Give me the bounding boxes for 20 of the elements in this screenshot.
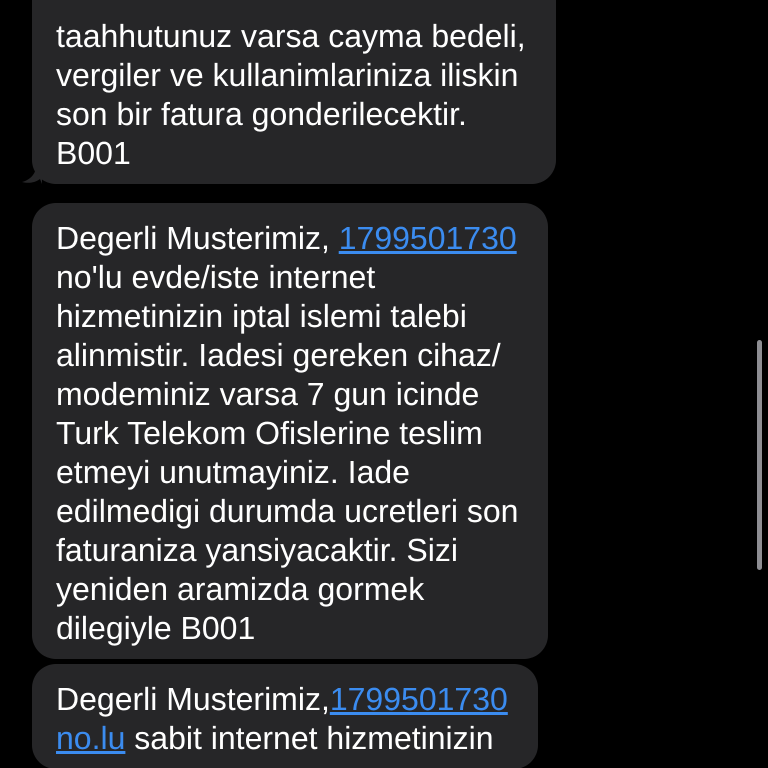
phone-link[interactable]: 1799501730 [338, 220, 517, 256]
message-text: no.lu sabit internet hizmetinizin [56, 719, 495, 758]
message-text: Degerli Musterimiz,1799501730 [56, 680, 508, 719]
message-text: Degerli Musterimiz, 1799501730 [56, 219, 518, 258]
message-text: vergiler ve kullanimlariniza iliskin [56, 56, 520, 95]
message-text: B001 [56, 134, 132, 173]
phone-link[interactable]: no.lu [56, 720, 126, 756]
message-text: Turk Telekom Ofislerine teslim [56, 414, 484, 453]
message-text: hizmetinizin iptal islemi talebi [56, 297, 468, 336]
phone-link[interactable]: 1799501730 [330, 681, 508, 717]
message-text: etmeyi unutmayiniz. Iade [56, 453, 411, 492]
message-text: taahhutunuz varsa cayma bedeli, [56, 17, 526, 56]
message-text: no'lu evde/iste internet [56, 258, 376, 297]
message-text: modeminiz varsa 7 gun icinde [56, 375, 480, 414]
message-text: alinmistir. Iadesi gereken cihaz/ [56, 336, 502, 375]
message-text: son bir fatura gonderilecektir. [56, 95, 468, 134]
message-text: dilegiyle B001 [56, 609, 256, 648]
message-text: edilmedigi durumda ucretleri son [56, 492, 518, 531]
message-text: yeniden aramizda gormek [56, 570, 426, 609]
message-text: faturaniza yansiyacaktir. Sizi [56, 531, 459, 570]
